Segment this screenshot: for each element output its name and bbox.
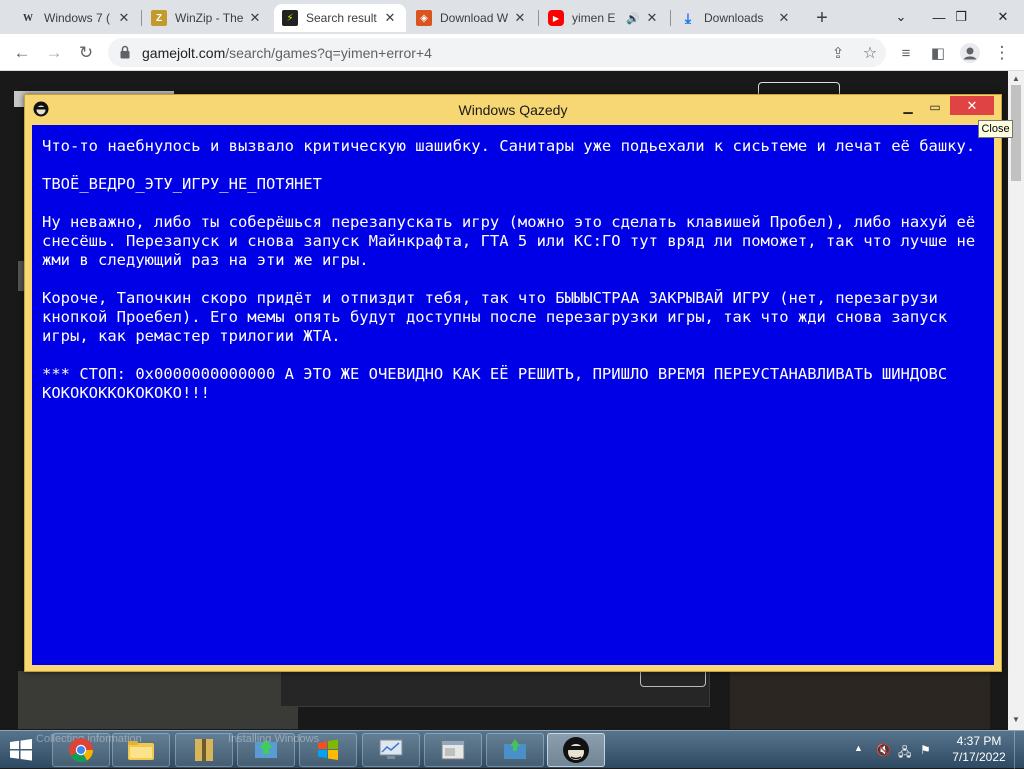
speaker-icon[interactable]: 🔊 — [626, 12, 640, 25]
taskbar-qazedy[interactable] — [547, 733, 605, 767]
taskbar-chrome[interactable] — [52, 733, 110, 767]
close-window-button[interactable]: ✕ — [982, 0, 1024, 34]
share-icon[interactable]: ⇪ — [824, 39, 852, 67]
close-tab-icon[interactable]: ✕ — [116, 10, 132, 26]
archive-icon — [195, 739, 213, 761]
close-tab-icon[interactable]: ✕ — [644, 10, 660, 26]
qazedy-close-button[interactable]: ✕ — [950, 96, 994, 115]
taskbar-download-app[interactable] — [486, 733, 544, 767]
menu-icon[interactable]: ⋮ — [988, 39, 1016, 67]
taskbar-monitor[interactable] — [362, 733, 420, 767]
taskbar-installer[interactable] — [237, 733, 295, 767]
tab-windows-7[interactable]: W Windows 7 ( ✕ — [12, 4, 140, 32]
game-thumbnail[interactable] — [730, 671, 990, 729]
qazedy-minimize-button[interactable]: ▁ — [895, 97, 921, 117]
tab-winzip[interactable]: Z WinZip - The ✕ — [143, 4, 271, 32]
start-button[interactable] — [6, 735, 36, 765]
bsod-paragraph: Короче, Тапочкин скоро придёт и отпиздит… — [42, 289, 957, 345]
download-app-icon — [504, 739, 526, 759]
taskbar-windows-setup[interactable] — [299, 733, 357, 767]
volume-muted-icon[interactable]: 🔇 — [876, 743, 891, 757]
bookmark-star-icon[interactable]: ☆ — [856, 39, 884, 67]
tray-expand-arrow-icon[interactable]: ▲ — [854, 743, 863, 753]
game-thumbnail[interactable] — [18, 671, 298, 729]
browser-toolbar: ← → ↻ gamejolt.com/search/games?q=yimen+… — [0, 34, 1024, 71]
profile-icon — [960, 43, 980, 63]
lock-icon[interactable] — [120, 45, 130, 59]
windows-flag-icon — [318, 739, 338, 760]
chrome-icon — [69, 738, 93, 763]
winzip-icon: Z — [151, 10, 167, 26]
folder-icon — [128, 741, 154, 760]
address-bar[interactable]: gamejolt.com/search/games?q=yimen+error+… — [108, 38, 886, 67]
url-text[interactable]: gamejolt.com/search/games?q=yimen+error+… — [142, 45, 432, 61]
restore-window-button[interactable]: ❐ — [940, 0, 982, 34]
close-tooltip: Close — [978, 120, 1013, 138]
tab-search-chevron-icon[interactable]: ⌄ — [880, 0, 922, 34]
network-icon[interactable]: 🖧 — [898, 743, 911, 764]
qazedy-window: Windows Qazedy ▁ ▭ ✕ Что-то наебнулось и… — [24, 94, 1002, 672]
media-controls-icon[interactable]: ≡ — [892, 39, 920, 67]
bsod-paragraph: Что-то наебнулось и вызвало критическую … — [42, 137, 976, 155]
qazedy-maximize-button[interactable]: ▭ — [922, 97, 948, 117]
bsod-stop-code: *** СТОП: 0x0000000000000 А ЭТО ЖЕ ОЧЕВИ… — [42, 365, 957, 402]
reload-button[interactable]: ↻ — [72, 39, 100, 67]
qazedy-app-icon — [563, 737, 589, 763]
youtube-icon: ▶ — [548, 10, 564, 26]
show-desktop-button[interactable] — [1014, 731, 1024, 769]
installer-icon — [255, 740, 277, 758]
bsod-paragraph: Ну неважно, либо ты соберёшься перезапус… — [42, 213, 985, 269]
clock-time: 4:37 PM — [956, 734, 1002, 748]
taskbar-winzip[interactable] — [175, 733, 233, 767]
page-scrollbar[interactable]: ▲ ▼ — [1008, 71, 1024, 730]
wiki-icon: W — [23, 12, 33, 24]
taskbar-explorer[interactable] — [112, 733, 170, 767]
close-tab-icon[interactable]: ✕ — [776, 10, 792, 26]
scroll-down-arrow-icon[interactable]: ▼ — [1012, 715, 1020, 724]
tab-downloads[interactable]: ⤓ Downloads ✕ — [672, 4, 800, 32]
download-icon: ⤓ — [684, 9, 692, 26]
profile-avatar[interactable] — [956, 39, 984, 67]
browser-tab-strip: W Windows 7 ( ✕ Z WinZip - The ✕ ⚡ Searc… — [0, 0, 1024, 34]
bsod-paragraph: ТВОЁ_ВЕДРО_ЭТУ_ИГРУ_НЕ_ПОТЯНЕТ — [42, 175, 322, 193]
bsod-message-area: Что-то наебнулось и вызвало критическую … — [32, 125, 994, 665]
tab-download[interactable]: ◈ Download W ✕ — [408, 4, 536, 32]
tab-search-results[interactable]: ⚡ Search result ✕ — [274, 4, 406, 32]
new-tab-button[interactable]: + — [810, 6, 834, 30]
shield-icon: ◈ — [416, 10, 432, 26]
back-button[interactable]: ← — [8, 39, 36, 67]
close-tab-icon[interactable]: ✕ — [382, 10, 398, 26]
qazedy-title-bar[interactable]: Windows Qazedy ▁ ▭ ✕ — [25, 95, 1001, 121]
side-panel-icon[interactable]: ◧ — [924, 39, 952, 67]
monitor-icon — [379, 739, 403, 759]
forward-button[interactable]: → — [40, 39, 68, 67]
taskbar-clock[interactable]: 4:37 PM 7/17/2022 — [944, 733, 1014, 765]
close-tab-icon[interactable]: ✕ — [512, 10, 528, 26]
gamejolt-icon: ⚡ — [282, 10, 298, 26]
scroll-up-arrow-icon[interactable]: ▲ — [1012, 74, 1020, 83]
close-tab-icon[interactable]: ✕ — [247, 10, 263, 26]
clock-date: 7/17/2022 — [952, 750, 1006, 764]
window-app-icon — [441, 740, 465, 760]
qazedy-window-title: Windows Qazedy — [458, 102, 568, 118]
action-center-flag-icon[interactable]: ⚑ — [920, 743, 931, 757]
taskbar-system-window[interactable] — [424, 733, 482, 767]
tab-youtube[interactable]: ▶ yimen E 🔊 ✕ — [540, 4, 668, 32]
windows-taskbar: Collecting information Installing Window… — [0, 730, 1024, 769]
